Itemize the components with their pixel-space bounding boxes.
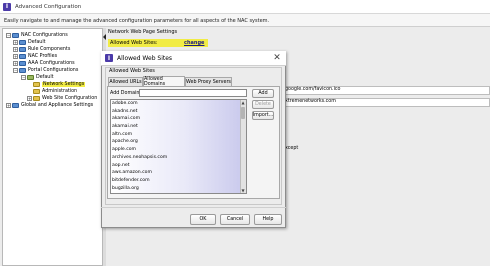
tree-item-label: Global and Appliance Settings	[21, 103, 94, 108]
expand-toggle-icon[interactable]: +	[13, 47, 18, 52]
settings-page-icon	[33, 82, 40, 87]
ok-button[interactable]: OK	[190, 214, 216, 225]
app-icon: I	[3, 2, 11, 11]
panel-header: Network Web Page Settings	[108, 29, 178, 35]
close-icon[interactable]: ✕	[272, 53, 282, 63]
scroll-down-arrow-icon[interactable]: ▼	[241, 188, 245, 193]
folder-icon	[19, 40, 26, 45]
list-item[interactable]: bugzilla.org	[111, 185, 246, 193]
settings-page-icon	[33, 89, 40, 94]
tree-item-global-appliance-settings[interactable]: + Global and Appliance Settings	[6, 102, 93, 109]
tree-item-label: NAC Configurations	[21, 33, 68, 38]
list-item[interactable]: bitdefender.com	[111, 177, 246, 185]
page-description: Easily navigate to and manage the advanc…	[0, 14, 490, 27]
folder-icon	[12, 103, 19, 108]
cancel-button[interactable]: Cancel	[220, 214, 250, 225]
domain-field[interactable]: xtremenetworks.com	[282, 98, 490, 107]
tree-item-rule-components[interactable]: + Rule Components	[13, 46, 70, 53]
list-item[interactable]: apache.org	[111, 138, 246, 146]
delete-button[interactable]: Delete	[252, 100, 274, 109]
dialog-title-bar: I Allowed Web Sites	[101, 51, 286, 66]
tree-item-label: Default	[28, 40, 46, 45]
expand-toggle-icon[interactable]: +	[13, 40, 18, 45]
add-domain-input[interactable]	[139, 89, 247, 97]
tree-item-label: Rule Components	[28, 47, 71, 52]
domain-list[interactable]: adobe.com akadns.net akamai.com akamai.n…	[110, 99, 247, 194]
tab-allowed-urls[interactable]: Allowed URLs	[108, 77, 143, 86]
tree-item-label: Default	[36, 75, 54, 80]
app-icon: I	[105, 54, 113, 62]
dialog-divider	[101, 207, 286, 208]
group-label: Allowed Web Sites	[108, 68, 156, 74]
window-title: Advanced Configuration	[15, 3, 82, 10]
globe-folder-icon	[27, 75, 34, 80]
tree-item-web-site-configuration[interactable]: + Web Site Configuration	[27, 95, 97, 102]
folder-icon	[19, 47, 26, 52]
list-item[interactable]: altn.com	[111, 131, 246, 139]
exception-text: xcept	[285, 146, 299, 151]
tree-item-label: Portal Configurations	[28, 68, 79, 73]
collapse-toggle-icon[interactable]: −	[13, 68, 18, 73]
tree-item-label: Network Settings	[42, 82, 86, 87]
tree-item-label: Administration	[42, 89, 78, 94]
folder-icon	[12, 33, 19, 38]
list-item[interactable]: akamai.com	[111, 115, 246, 123]
tree-item-administration[interactable]: Administration	[33, 88, 77, 95]
tab-allowed-domains[interactable]: Allowed Domains	[143, 76, 185, 87]
folder-icon	[19, 68, 26, 73]
collapse-toggle-icon[interactable]: −	[6, 33, 11, 38]
folder-icon	[19, 54, 26, 59]
list-item[interactable]: akamai.net	[111, 123, 246, 131]
help-button[interactable]: Help	[254, 214, 282, 225]
tree-item-label: AAA Configurations	[28, 61, 75, 66]
settings-page-icon	[33, 96, 40, 101]
expand-toggle-icon[interactable]: +	[13, 61, 18, 66]
tree-item-default[interactable]: + Default	[13, 39, 46, 46]
list-item[interactable]: aws.amazon.com	[111, 169, 246, 177]
tree-item-network-settings[interactable]: Network Settings	[33, 81, 86, 88]
tab-web-proxy-servers[interactable]: Web Proxy Servers	[185, 77, 232, 86]
add-button[interactable]: Add	[252, 89, 274, 98]
tree-item-aaa-configurations[interactable]: + AAA Configurations	[13, 60, 75, 67]
list-item[interactable]: apple.com	[111, 146, 246, 154]
expand-toggle-icon[interactable]: +	[27, 96, 32, 101]
navigation-tree[interactable]: − NAC Configurations + Default + Rule Co…	[2, 28, 103, 266]
tree-item-portal-default[interactable]: − Default	[21, 74, 54, 81]
add-domain-label: Add Domain:	[110, 91, 142, 96]
tree-item-portal-configurations[interactable]: − Portal Configurations	[13, 67, 78, 74]
tree-item-nac-profiles[interactable]: + NAC Profiles	[13, 53, 57, 60]
folder-icon	[19, 61, 26, 66]
scrollbar-thumb[interactable]	[241, 107, 245, 119]
list-item[interactable]: akadns.net	[111, 108, 246, 116]
collapse-toggle-icon[interactable]: −	[21, 75, 26, 80]
tree-item-label: Web Site Configuration	[42, 96, 98, 101]
scroll-up-arrow-icon[interactable]: ▲	[241, 100, 245, 105]
expand-toggle-icon[interactable]: +	[6, 103, 11, 108]
list-item[interactable]: archives.neohapsis.com	[111, 154, 246, 162]
allowed-web-sites-text: Allowed Web Sites:	[110, 40, 158, 46]
list-item[interactable]: aop.net	[111, 162, 246, 170]
list-item[interactable]: adobe.com	[111, 100, 246, 108]
favicon-url-field[interactable]: google.com/favicon.ico	[282, 86, 490, 95]
window-title-bar: I Advanced Configuration	[0, 0, 490, 14]
tree-item-label: NAC Profiles	[28, 54, 58, 59]
dialog-title: Allowed Web Sites	[117, 54, 173, 62]
import-button[interactable]: Import...	[252, 111, 274, 120]
tree-item-nac-configurations[interactable]: − NAC Configurations	[6, 32, 68, 39]
expand-toggle-icon[interactable]: +	[13, 54, 18, 59]
change-link[interactable]: change	[184, 40, 204, 46]
